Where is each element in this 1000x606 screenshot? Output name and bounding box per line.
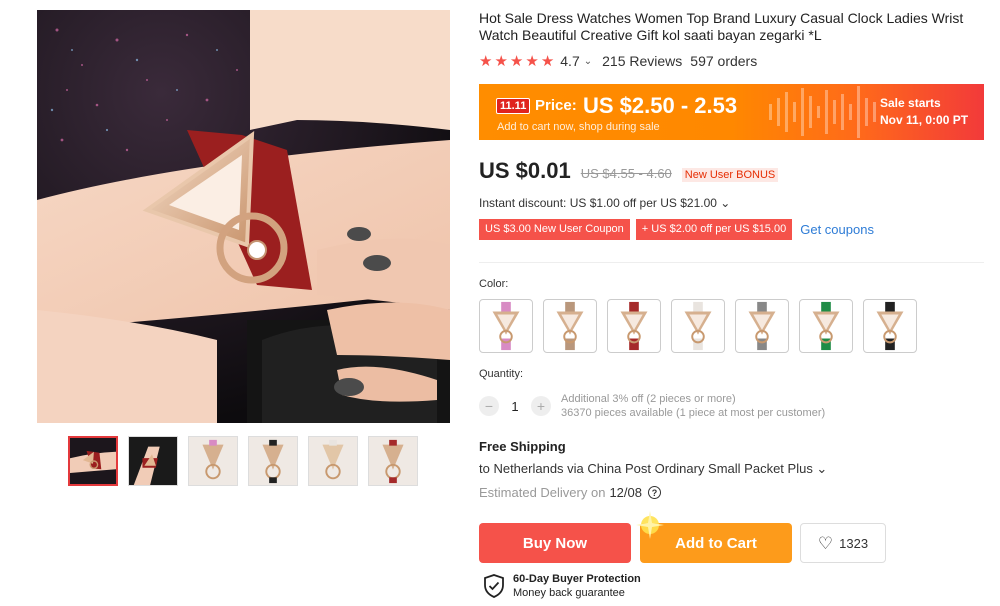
quantity-value[interactable]: 1 [499, 399, 531, 414]
estimated-delivery-label: Estimated Delivery on [479, 485, 606, 500]
help-icon[interactable]: ? [648, 486, 661, 499]
star-icon: ★ [509, 52, 524, 70]
color-swatches [479, 299, 917, 353]
wishlist-button[interactable]: ♡ 1323 [800, 523, 886, 563]
estimated-delivery: Estimated Delivery on 12/08 ? [479, 485, 661, 500]
estimated-delivery-date: 12/08 [609, 485, 642, 500]
star-icon: ★ [494, 52, 508, 70]
increase-quantity-button[interactable]: + [531, 396, 551, 416]
sale-banner: 11.11 Price: US $2.50 - 2.53 Add to cart… [479, 84, 984, 140]
stock-availability-text: 36370 pieces available (1 piece at most … [561, 407, 826, 419]
thumbnail-5[interactable] [308, 436, 358, 486]
buy-now-button[interactable]: Buy Now [479, 523, 631, 563]
sale-price: US $2.50 - 2.53 [583, 93, 738, 118]
star-icon: ★ [479, 52, 493, 70]
protection-text: 60-Day Buyer Protection Money back guara… [513, 572, 641, 600]
thumbnail-6[interactable] [368, 436, 418, 486]
thumbnail-2[interactable] [128, 436, 178, 486]
orders-count: 597 orders [690, 53, 758, 69]
star-icon: ★ [525, 52, 539, 70]
color-option-red[interactable] [607, 299, 661, 353]
thumbnail-1[interactable] [68, 436, 118, 486]
decrease-quantity-button[interactable]: − [479, 396, 499, 416]
new-user-bonus-badge: New User BONUS [681, 168, 779, 182]
buyer-protection[interactable]: 60-Day Buyer Protection Money back guara… [483, 572, 641, 600]
star-icon: ★ [540, 52, 555, 70]
sale-price-label: Price: [535, 97, 577, 114]
heart-icon: ♡ [817, 533, 834, 553]
quantity-label: Quantity: [479, 368, 524, 380]
store-coupon[interactable]: + US $2.00 off per US $15.00 [635, 219, 793, 240]
color-option-black[interactable] [863, 299, 917, 353]
thumbnail-4[interactable] [248, 436, 298, 486]
chevron-down-icon[interactable]: ⌄ [584, 56, 592, 67]
sale-event-badge: 11.11 [496, 98, 531, 114]
shipping-destination[interactable]: to Netherlands via China Post Ordinary S… [479, 461, 827, 477]
quantity-stepper: − 1 + Additional 3% off (2 pieces or mor… [479, 392, 825, 420]
main-product-image[interactable] [37, 10, 450, 423]
current-price: US $0.01 [479, 158, 571, 183]
protection-subtitle: Money back guarantee [513, 587, 625, 599]
color-option-white[interactable] [671, 299, 725, 353]
bulk-discount-text: Additional 3% off (2 pieces or more) [561, 393, 736, 405]
color-option-grey[interactable] [735, 299, 789, 353]
product-info-panel: Hot Sale Dress Watches Women Top Brand L… [479, 10, 984, 599]
coupon-row: US $3.00 New User Coupon + US $2.00 off … [479, 219, 874, 240]
rating-value[interactable]: 4.7 [560, 53, 579, 69]
divider [479, 262, 984, 263]
shipping-title: Free Shipping [479, 439, 566, 454]
sparkle-icon [636, 511, 664, 539]
shield-icon [484, 574, 504, 598]
price-row: US $0.01 US $4.55 - 4.60 New User BONUS [479, 158, 779, 184]
color-option-pink[interactable] [479, 299, 533, 353]
star-rating: ★ ★ ★ ★ ★ [479, 54, 554, 69]
get-coupons-link[interactable]: Get coupons [800, 222, 874, 237]
sale-starts-date: Nov 11, 0:00 PT [880, 113, 969, 127]
sale-subtext: Add to cart now, shop during sale [497, 121, 660, 133]
add-to-cart-button[interactable]: Add to Cart [636, 511, 792, 563]
thumbnail-3[interactable] [188, 436, 238, 486]
instant-discount[interactable]: Instant discount: US $1.00 off per US $2… [479, 196, 730, 210]
reviews-link[interactable]: 215 Reviews [602, 53, 682, 69]
color-option-green[interactable] [799, 299, 853, 353]
color-label: Color: [479, 278, 509, 290]
protection-title: 60-Day Buyer Protection [513, 573, 641, 585]
decorative-bars [769, 86, 876, 138]
wishlist-count: 1323 [839, 535, 869, 551]
sale-start-info: Sale starts Nov 11, 0:00 PT [880, 95, 968, 129]
rating-row: ★ ★ ★ ★ ★ 4.7 ⌄ 215 Reviews 597 orders [479, 52, 984, 70]
product-title: Hot Sale Dress Watches Women Top Brand L… [479, 10, 964, 43]
add-to-cart-label: Add to Cart [675, 534, 757, 552]
color-option-khaki[interactable] [543, 299, 597, 353]
sale-starts-label: Sale starts [880, 96, 941, 110]
thumbnail-strip [68, 436, 418, 486]
quantity-info: Additional 3% off (2 pieces or more) 363… [561, 392, 825, 420]
new-user-coupon[interactable]: US $3.00 New User Coupon [479, 219, 630, 240]
original-price: US $4.55 - 4.60 [580, 166, 672, 181]
